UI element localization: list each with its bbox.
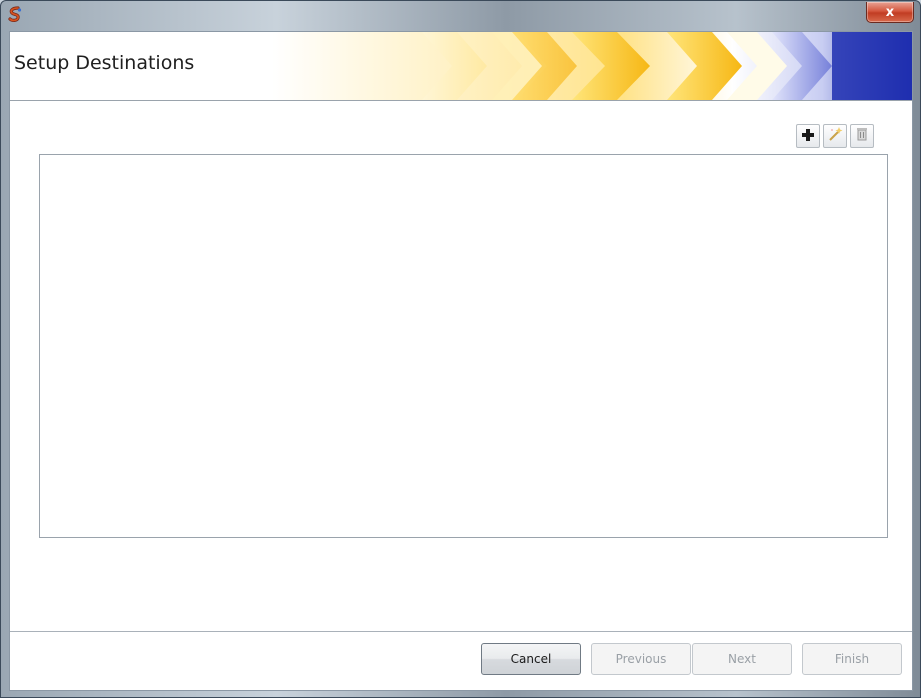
app-logo-icon [6, 6, 24, 24]
destinations-list[interactable] [39, 154, 888, 538]
wizard-header: Setup Destinations [10, 32, 912, 101]
window-left-border [1, 31, 9, 693]
delete-destination-button[interactable] [850, 124, 874, 148]
finish-button[interactable]: Finish [802, 643, 902, 675]
window-right-border [912, 31, 920, 693]
cancel-button[interactable]: Cancel [481, 643, 581, 675]
client-area: Setup Destinations Cancel Previous Next … [9, 31, 913, 691]
add-destination-button[interactable] [796, 124, 820, 148]
previous-button[interactable]: Previous [591, 643, 691, 675]
wand-icon [827, 126, 843, 146]
close-button[interactable]: x [866, 2, 914, 23]
wizard-footer: Cancel Previous Next Finish [10, 632, 912, 690]
wizard-window: x Setup Destinations Cancel Previous Nex… [0, 0, 921, 698]
page-title: Setup Destinations [14, 52, 195, 74]
edit-destination-button[interactable] [823, 124, 847, 148]
header-banner-art [272, 32, 912, 100]
close-icon: x [885, 4, 895, 20]
trash-icon [855, 126, 869, 146]
next-button[interactable]: Next [692, 643, 792, 675]
title-bar[interactable]: x [1, 1, 920, 31]
plus-icon [801, 127, 815, 146]
